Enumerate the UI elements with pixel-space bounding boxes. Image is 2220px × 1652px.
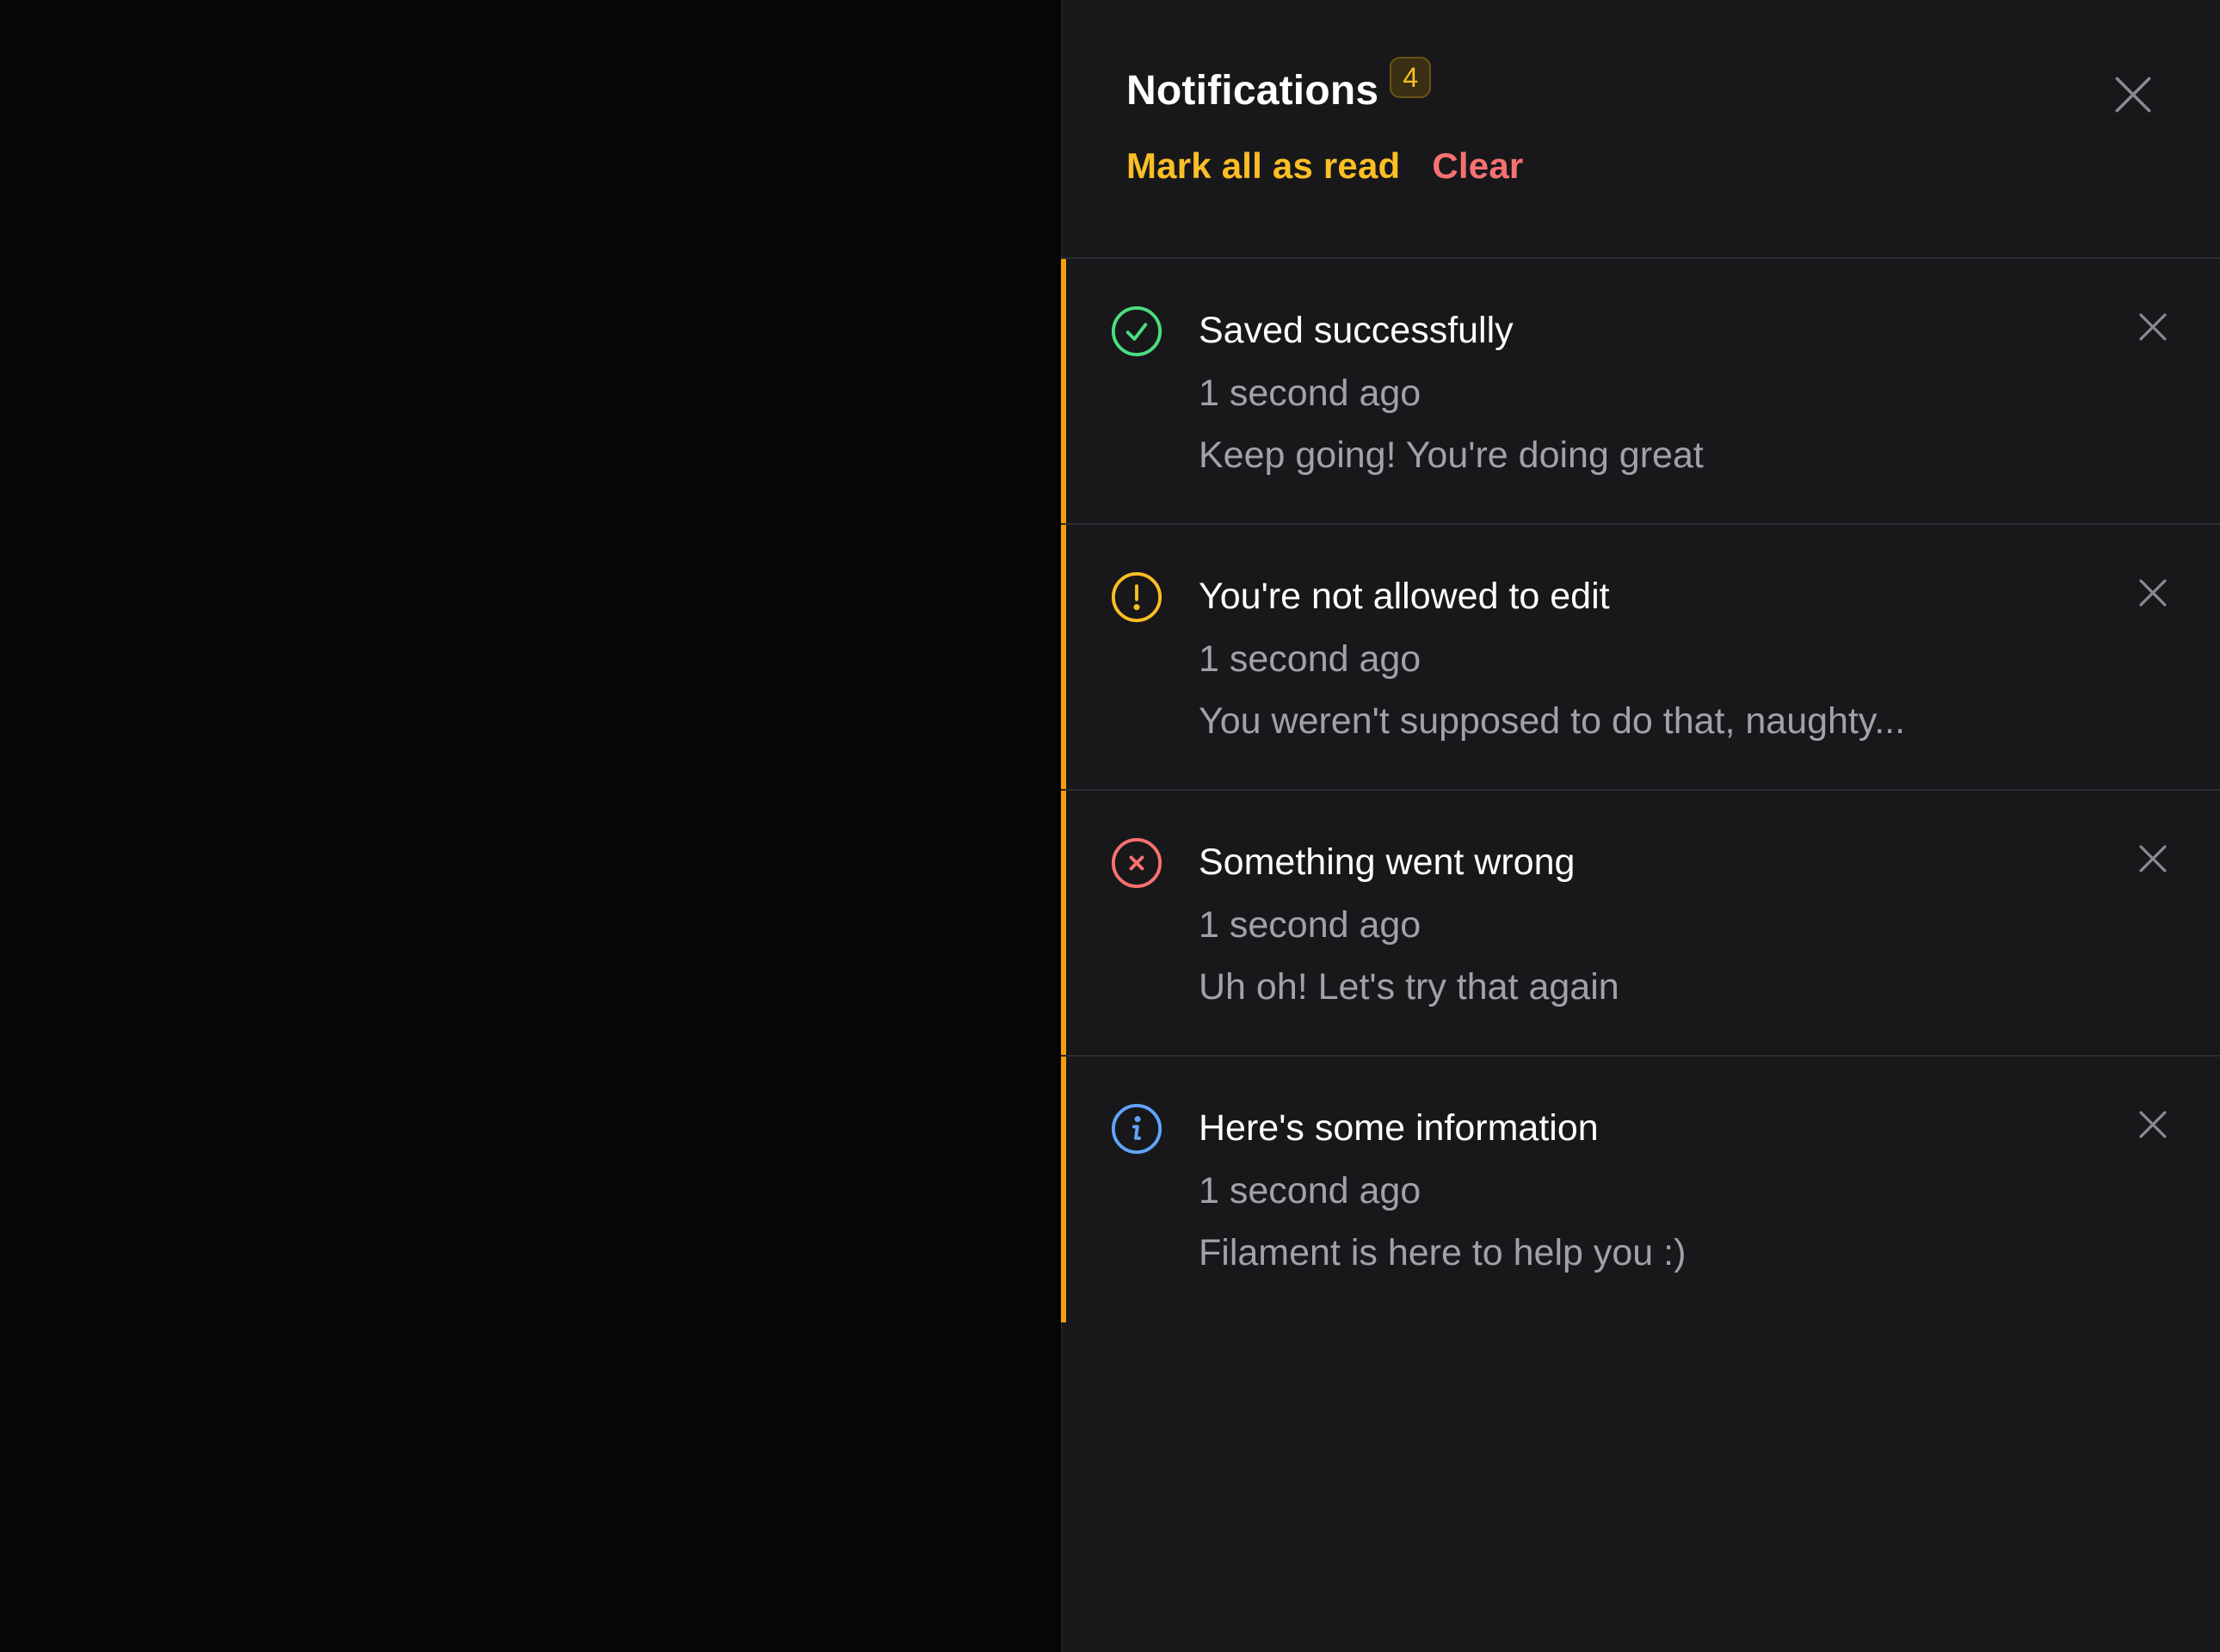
exclamation-circle-icon xyxy=(1111,571,1162,623)
title-row: Notifications 4 xyxy=(1126,52,1432,114)
notification-body: You weren't supposed to do that, naughty… xyxy=(1199,700,1906,742)
dismiss-notification-button[interactable] xyxy=(2135,1106,2171,1143)
notification-body: Filament is here to help you :) xyxy=(1199,1232,1687,1273)
panel-title: Notifications xyxy=(1126,68,1379,114)
notification-item: Saved successfully 1 second ago Keep goi… xyxy=(1061,259,2220,525)
dismiss-notification-button[interactable] xyxy=(2135,841,2171,877)
notification-item: Something went wrong 1 second ago Uh oh!… xyxy=(1061,791,2220,1057)
notification-title: Here's some information xyxy=(1199,1107,1599,1149)
dismiss-notification-button[interactable] xyxy=(2135,309,2171,345)
notification-item: You're not allowed to edit 1 second ago … xyxy=(1061,525,2220,791)
close-icon xyxy=(2139,313,2167,341)
page-backdrop[interactable] xyxy=(0,0,1061,1652)
notification-title: Something went wrong xyxy=(1199,841,1576,883)
panel-actions: Mark all as read Clear xyxy=(1126,148,1523,184)
unread-count-badge: 4 xyxy=(1390,57,1432,98)
x-circle-icon xyxy=(1111,837,1162,889)
close-panel-button[interactable] xyxy=(2109,71,2157,119)
close-icon xyxy=(2115,77,2151,113)
notification-time: 1 second ago xyxy=(1199,638,1421,680)
close-icon xyxy=(2139,845,2167,872)
notification-time: 1 second ago xyxy=(1199,373,1421,414)
clear-button[interactable]: Clear xyxy=(1432,148,1523,184)
notification-title: Saved successfully xyxy=(1199,310,1514,351)
notification-time: 1 second ago xyxy=(1199,1170,1421,1211)
check-circle-icon xyxy=(1111,305,1162,357)
close-icon xyxy=(2139,579,2167,607)
notification-body: Uh oh! Let's try that again xyxy=(1199,966,1619,1008)
information-circle-icon xyxy=(1111,1103,1162,1155)
notification-time: 1 second ago xyxy=(1199,904,1421,946)
mark-all-as-read-button[interactable]: Mark all as read xyxy=(1126,148,1400,184)
panel-header: Notifications 4 Mark all as read Clear xyxy=(1063,0,2220,259)
notification-item: Here's some information 1 second ago Fil… xyxy=(1061,1057,2220,1322)
close-icon xyxy=(2139,1111,2167,1138)
dismiss-notification-button[interactable] xyxy=(2135,575,2171,611)
notification-title: You're not allowed to edit xyxy=(1199,576,1610,617)
notification-body: Keep going! You're doing great xyxy=(1199,435,1704,476)
notifications-panel: Notifications 4 Mark all as read Clear S… xyxy=(1061,0,2220,1652)
